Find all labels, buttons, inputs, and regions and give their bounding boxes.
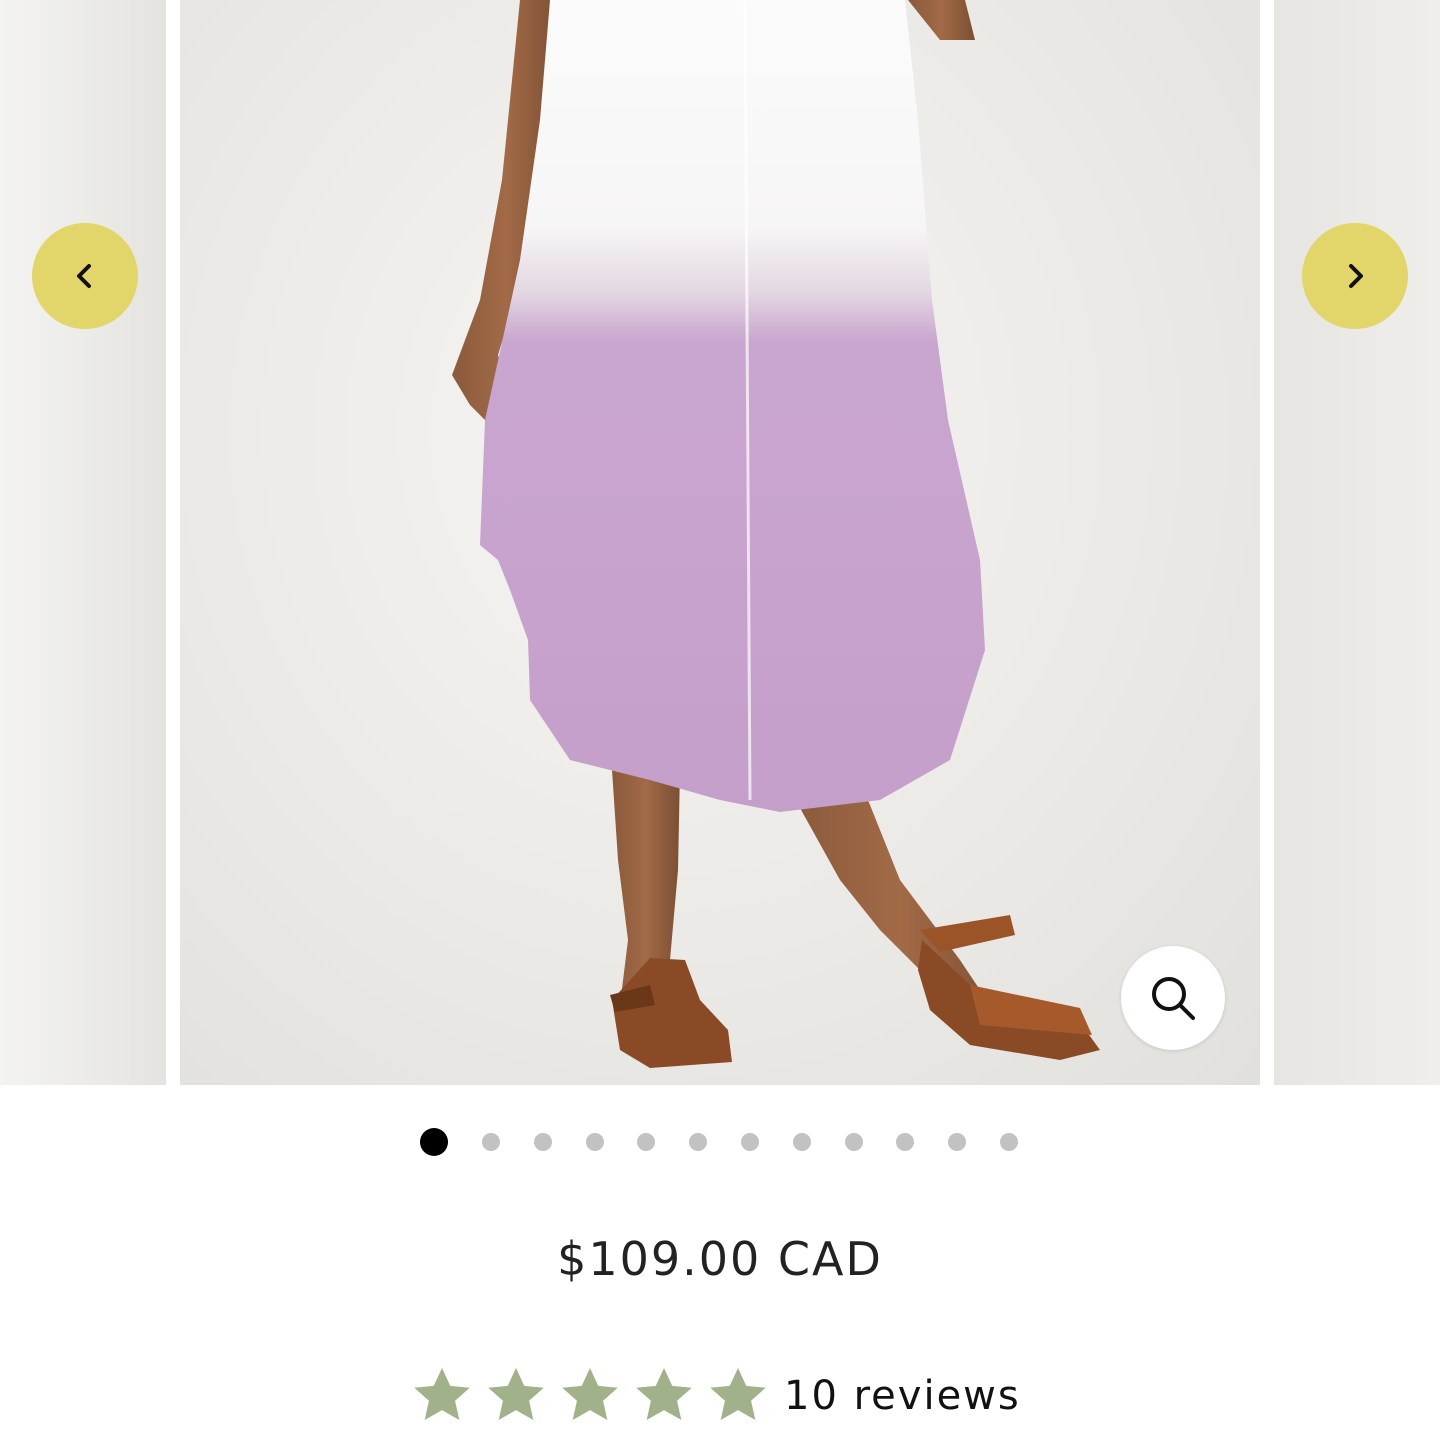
reviews-count-link[interactable]: 10 reviews: [784, 1373, 1021, 1419]
star-icon: [710, 1368, 766, 1420]
previous-slide-peek[interactable]: [0, 0, 166, 1085]
search-icon: [1152, 977, 1195, 1020]
zoom-button[interactable]: [1121, 946, 1225, 1050]
star-icon: [414, 1368, 470, 1420]
pagination-dot[interactable]: [482, 1133, 500, 1151]
product-image-gallery: [0, 0, 1440, 1085]
carousel-pagination: [0, 1127, 1440, 1156]
pagination-dot[interactable]: [1000, 1133, 1018, 1151]
star-rating: [410, 1364, 780, 1428]
product-price: $109.00 CAD: [557, 1232, 883, 1286]
star-icon: [562, 1368, 618, 1420]
pagination-dot[interactable]: [533, 1133, 552, 1151]
star-icon: [636, 1368, 692, 1420]
pagination-dot[interactable]: [792, 1133, 811, 1151]
next-slide-peek[interactable]: [1274, 0, 1440, 1085]
previous-image-button[interactable]: [32, 223, 138, 329]
pagination-dot[interactable]: [741, 1133, 759, 1151]
chevron-right-icon: [1349, 264, 1363, 288]
pagination-dot[interactable]: [896, 1133, 915, 1151]
pagination-dot[interactable]: [844, 1133, 863, 1151]
product-image[interactable]: [180, 0, 1260, 1085]
next-image-button[interactable]: [1302, 223, 1408, 329]
pagination-dot[interactable]: [948, 1133, 967, 1151]
pagination-dot[interactable]: [585, 1133, 604, 1151]
dress-photo-illustration: [452, 0, 1100, 1068]
pagination-dot[interactable]: [420, 1128, 448, 1156]
star-icon: [488, 1368, 544, 1420]
pagination-dot[interactable]: [689, 1133, 708, 1151]
pagination-dot[interactable]: [637, 1133, 656, 1151]
chevron-left-icon: [77, 264, 91, 288]
product-rating[interactable]: 10 reviews: [410, 1356, 1021, 1436]
